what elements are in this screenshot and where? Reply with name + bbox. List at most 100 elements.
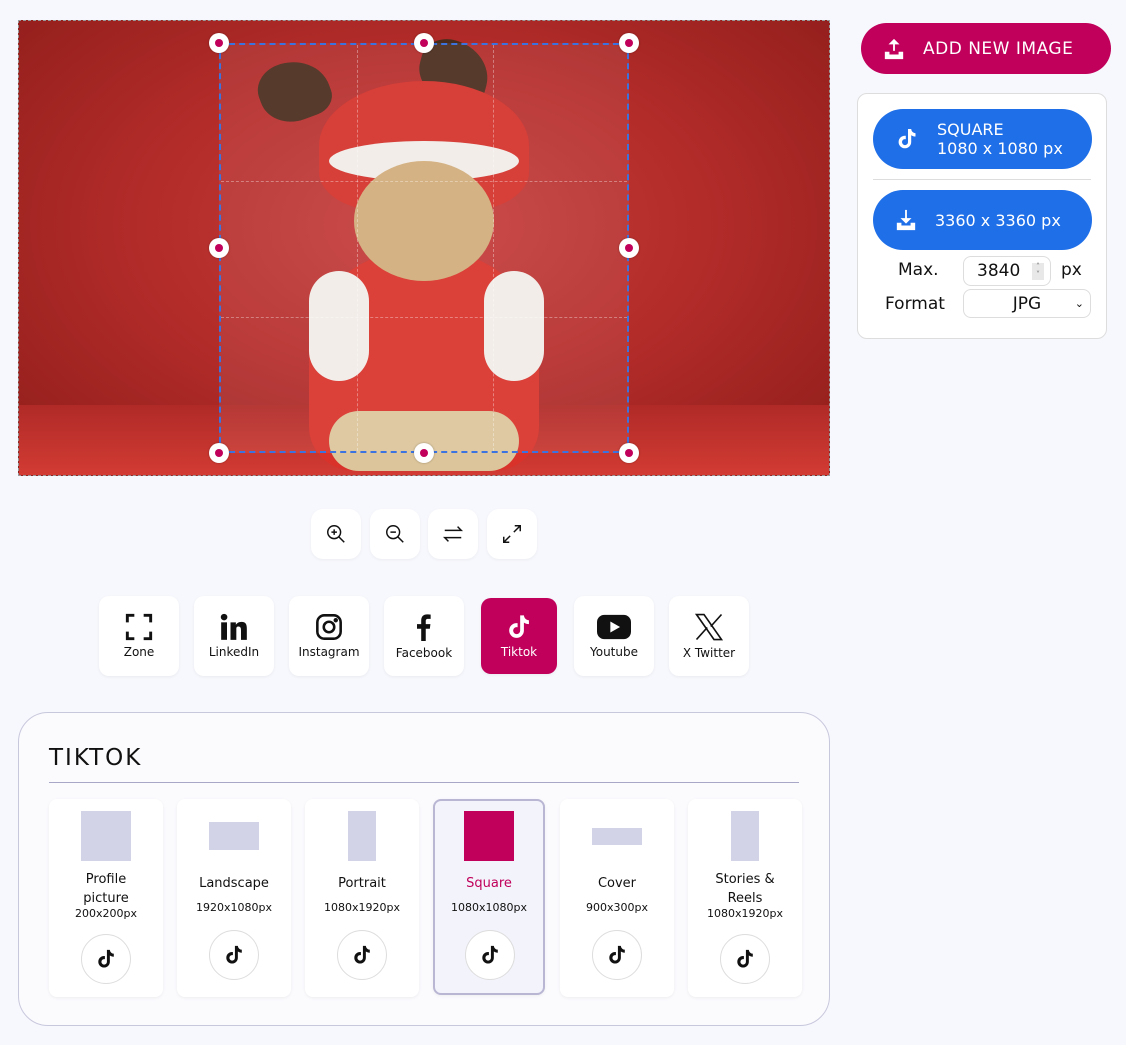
format-shape bbox=[348, 811, 376, 861]
chevron-down-icon: ⌄ bbox=[1074, 297, 1084, 310]
network-label: Youtube bbox=[590, 645, 638, 659]
swap-button[interactable] bbox=[428, 509, 478, 559]
crop-box[interactable] bbox=[219, 43, 629, 453]
format-panel: TIKTOK Profile picture 200x200px Landsca… bbox=[18, 712, 830, 1026]
export-panel: SQUARE 1080 x 1080 px 3360 x 3360 px Max… bbox=[857, 93, 1107, 339]
upload-icon bbox=[884, 38, 904, 59]
facebook-icon bbox=[417, 614, 431, 641]
crop-handle-w[interactable] bbox=[209, 238, 229, 258]
network-youtube[interactable]: Youtube bbox=[574, 596, 654, 676]
crop-handle-sw[interactable] bbox=[209, 443, 229, 463]
tiktok-export-button[interactable] bbox=[720, 934, 770, 984]
network-tiktok[interactable]: Tiktok bbox=[481, 598, 557, 674]
format-shape bbox=[209, 822, 259, 850]
zoom-in-button[interactable] bbox=[311, 509, 361, 559]
download-icon bbox=[896, 209, 916, 231]
max-size-input[interactable]: 3840 ˄ ˅ bbox=[963, 256, 1051, 286]
add-new-image-label: ADD NEW IMAGE bbox=[923, 38, 1074, 59]
crop-handle-nw[interactable] bbox=[209, 33, 229, 53]
stepper-icon[interactable]: ˄ ˅ bbox=[1032, 263, 1044, 280]
youtube-icon bbox=[597, 614, 631, 640]
x-icon bbox=[694, 613, 724, 641]
divider bbox=[873, 179, 1091, 180]
tiktok-export-button[interactable] bbox=[592, 930, 642, 980]
panel-title: TIKTOK bbox=[49, 745, 143, 771]
expand-icon bbox=[503, 525, 521, 543]
divider bbox=[49, 782, 799, 783]
download-size: 3360 x 3360 px bbox=[935, 210, 1061, 230]
format-name: Cover bbox=[597, 876, 637, 891]
format-size: 200x200px bbox=[75, 907, 137, 920]
tiktok-icon bbox=[223, 944, 245, 966]
format-card-portrait[interactable]: Portrait 1080x1920px bbox=[305, 799, 419, 997]
selected-format-button[interactable]: SQUARE 1080 x 1080 px bbox=[873, 109, 1092, 169]
network-label: Instagram bbox=[298, 645, 360, 659]
grid-line bbox=[221, 181, 627, 182]
zone-icon bbox=[125, 613, 153, 641]
expand-button[interactable] bbox=[487, 509, 537, 559]
format-size: 1080x1080px bbox=[451, 901, 527, 914]
max-unit: px bbox=[1061, 260, 1082, 280]
tiktok-icon bbox=[505, 613, 533, 641]
crop-handle-s[interactable] bbox=[414, 443, 434, 463]
format-size: 1080x1920px bbox=[707, 907, 783, 920]
tiktok-icon bbox=[479, 944, 501, 966]
zoom-out-icon bbox=[386, 525, 404, 543]
tiktok-export-button[interactable] bbox=[81, 934, 131, 984]
format-shape bbox=[731, 811, 759, 861]
format-select[interactable]: JPG ⌄ bbox=[963, 289, 1091, 318]
crop-handle-e[interactable] bbox=[619, 238, 639, 258]
format-shape bbox=[592, 828, 642, 845]
crop-handle-ne[interactable] bbox=[619, 33, 639, 53]
format-name: Landscape bbox=[199, 876, 269, 891]
grid-line bbox=[357, 45, 358, 451]
network-label: Tiktok bbox=[500, 645, 538, 659]
tiktok-icon bbox=[606, 944, 628, 966]
network-label: X Twitter bbox=[682, 646, 736, 660]
instagram-icon bbox=[316, 614, 342, 640]
format-card-stories[interactable]: Stories & Reels 1080x1920px bbox=[688, 799, 802, 997]
format-card-square[interactable]: Square 1080x1080px bbox=[433, 799, 545, 995]
tiktok-export-button[interactable] bbox=[209, 930, 259, 980]
crop-handle-se[interactable] bbox=[619, 443, 639, 463]
format-size: 1080x1920px bbox=[324, 901, 400, 914]
network-zone[interactable]: Zone bbox=[99, 596, 179, 676]
crop-handle-n[interactable] bbox=[414, 33, 434, 53]
zoom-in-icon bbox=[327, 525, 345, 543]
tiktok-icon bbox=[351, 944, 373, 966]
format-shape bbox=[464, 811, 514, 861]
max-size-value: 3840 bbox=[977, 261, 1021, 281]
selected-format-size: 1080 x 1080 px bbox=[937, 139, 1063, 158]
tiktok-icon bbox=[734, 948, 756, 970]
tiktok-icon bbox=[895, 127, 919, 151]
tiktok-icon bbox=[95, 948, 117, 970]
grid-line bbox=[493, 45, 494, 451]
zoom-out-button[interactable] bbox=[370, 509, 420, 559]
format-name: Portrait bbox=[338, 876, 386, 891]
format-size: 900x300px bbox=[586, 901, 648, 914]
format-card-landscape[interactable]: Landscape 1920x1080px bbox=[177, 799, 291, 997]
format-label: Format bbox=[885, 294, 945, 314]
linkedin-icon bbox=[220, 613, 247, 640]
max-label: Max. bbox=[898, 260, 939, 280]
tiktok-export-button[interactable] bbox=[337, 930, 387, 980]
network-x-twitter[interactable]: X Twitter bbox=[669, 596, 749, 676]
format-name: Profile picture bbox=[83, 872, 129, 906]
format-card-profile[interactable]: Profile picture 200x200px bbox=[49, 799, 163, 997]
format-shape bbox=[81, 811, 131, 861]
format-name: Stories & Reels bbox=[715, 872, 775, 906]
network-label: LinkedIn bbox=[208, 645, 260, 659]
add-new-image-button[interactable]: ADD NEW IMAGE bbox=[861, 23, 1111, 74]
selected-format-name: SQUARE bbox=[937, 120, 1004, 139]
network-label: Zone bbox=[123, 645, 155, 659]
format-card-cover[interactable]: Cover 900x300px bbox=[560, 799, 674, 997]
format-name: Square bbox=[466, 876, 512, 891]
swap-icon bbox=[442, 526, 464, 542]
network-facebook[interactable]: Facebook bbox=[384, 596, 464, 676]
download-button[interactable]: 3360 x 3360 px bbox=[873, 190, 1092, 250]
tiktok-export-button[interactable] bbox=[465, 930, 515, 980]
network-linkedin[interactable]: LinkedIn bbox=[194, 596, 274, 676]
format-size: 1920x1080px bbox=[196, 901, 272, 914]
network-instagram[interactable]: Instagram bbox=[289, 596, 369, 676]
format-select-value: JPG bbox=[1012, 293, 1042, 314]
